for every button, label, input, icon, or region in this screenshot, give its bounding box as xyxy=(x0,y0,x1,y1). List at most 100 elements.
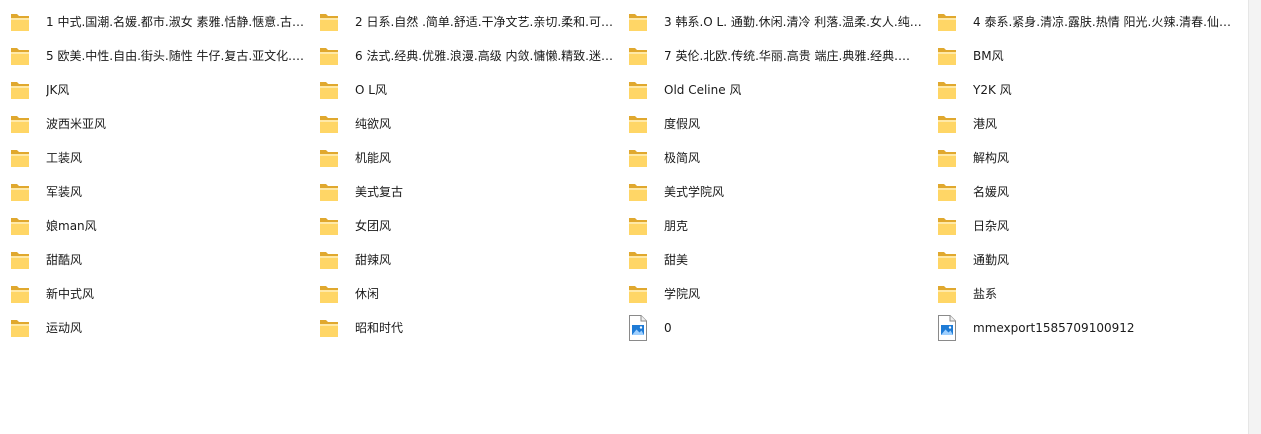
folder-item[interactable]: 甜酷风 xyxy=(0,243,309,277)
folder-icon xyxy=(319,44,339,68)
folder-item[interactable]: BM风 xyxy=(927,39,1236,73)
item-name: 纯欲风 xyxy=(355,117,392,131)
item-name: 昭和时代 xyxy=(355,321,404,335)
folder-item[interactable]: 解构风 xyxy=(927,141,1236,175)
folder-item[interactable]: 通勤风 xyxy=(927,243,1236,277)
image-file-item[interactable]: mmexport1585709100912 xyxy=(927,311,1236,345)
item-name: 盐系 xyxy=(973,287,998,301)
folder-item[interactable]: 美式复古 xyxy=(309,175,618,209)
folder-icon xyxy=(937,112,957,136)
scrollbar-track[interactable] xyxy=(1248,0,1261,434)
folder-icon xyxy=(319,316,339,340)
item-name: 度假风 xyxy=(664,117,701,131)
folder-icon xyxy=(628,10,648,34)
folder-item[interactable]: 新中式风 xyxy=(0,277,309,311)
folder-item[interactable]: 度假风 xyxy=(618,107,927,141)
item-name: 0 xyxy=(664,321,672,335)
folder-item[interactable]: 机能风 xyxy=(309,141,618,175)
folder-item[interactable]: 名媛风 xyxy=(927,175,1236,209)
folder-item[interactable]: 运动风 xyxy=(0,311,309,345)
item-name: 5 欧美.中性.自由.街头.随性 牛仔.复古.亚文化.… xyxy=(46,49,304,63)
folder-icon xyxy=(10,44,30,68)
file-grid: 1 中式.国潮.名媛.都市.淑女 素雅.恬静.惬意.古… 2 日系.自然 .简单.… xyxy=(0,5,1248,345)
folder-item[interactable]: 休闲 xyxy=(309,277,618,311)
folder-item[interactable]: 工装风 xyxy=(0,141,309,175)
folder-item[interactable]: 7 英伦.北欧.传统.华丽.高贵 端庄.典雅.经典.… xyxy=(618,39,927,73)
folder-item[interactable]: 日杂风 xyxy=(927,209,1236,243)
folder-icon xyxy=(319,282,339,306)
item-name: Y2K 风 xyxy=(973,83,1012,97)
folder-icon xyxy=(628,214,648,238)
item-name: BM风 xyxy=(973,49,1004,63)
folder-item[interactable]: Y2K 风 xyxy=(927,73,1236,107)
folder-item[interactable]: Old Celine 风 xyxy=(618,73,927,107)
item-name: 学院风 xyxy=(664,287,701,301)
folder-item[interactable]: 纯欲风 xyxy=(309,107,618,141)
item-name: 3 韩系.O L. 通勤.休闲.清冷 利落.温柔.女人.纯… xyxy=(664,15,922,29)
image-file-icon xyxy=(628,315,648,341)
folder-icon xyxy=(628,146,648,170)
folder-icon xyxy=(10,282,30,306)
item-name: 1 中式.国潮.名媛.都市.淑女 素雅.恬静.惬意.古… xyxy=(46,15,304,29)
folder-icon xyxy=(10,214,30,238)
folder-icon xyxy=(10,180,30,204)
folder-icon xyxy=(628,78,648,102)
item-name: 女团风 xyxy=(355,219,392,233)
folder-item[interactable]: 极简风 xyxy=(618,141,927,175)
folder-icon xyxy=(937,248,957,272)
folder-item[interactable]: 盐系 xyxy=(927,277,1236,311)
folder-item[interactable]: 6 法式.经典.优雅.浪漫.高级 内敛.慵懒.精致.迷… xyxy=(309,39,618,73)
folder-item[interactable]: 5 欧美.中性.自由.街头.随性 牛仔.复古.亚文化.… xyxy=(0,39,309,73)
folder-item[interactable]: 美式学院风 xyxy=(618,175,927,209)
folder-item[interactable]: 昭和时代 xyxy=(309,311,618,345)
folder-item[interactable]: O L风 xyxy=(309,73,618,107)
folder-item[interactable]: 甜美 xyxy=(618,243,927,277)
item-name: 运动风 xyxy=(46,321,83,335)
folder-item[interactable]: 2 日系.自然 .简单.舒适.干净文艺.亲切.柔和.可… xyxy=(309,5,618,39)
item-name: 甜辣风 xyxy=(355,253,392,267)
folder-icon xyxy=(937,214,957,238)
item-name: 美式学院风 xyxy=(664,185,725,199)
folder-icon xyxy=(319,78,339,102)
folder-icon xyxy=(319,10,339,34)
folder-icon xyxy=(628,248,648,272)
item-name: 日杂风 xyxy=(973,219,1010,233)
item-name: 6 法式.经典.优雅.浪漫.高级 内敛.慵懒.精致.迷… xyxy=(355,49,613,63)
folder-item[interactable]: 1 中式.国潮.名媛.都市.淑女 素雅.恬静.惬意.古… xyxy=(0,5,309,39)
folder-item[interactable]: 甜辣风 xyxy=(309,243,618,277)
item-name: 新中式风 xyxy=(46,287,95,301)
folder-icon xyxy=(10,10,30,34)
folder-item[interactable]: 3 韩系.O L. 通勤.休闲.清冷 利落.温柔.女人.纯… xyxy=(618,5,927,39)
item-name: 工装风 xyxy=(46,151,83,165)
item-name: O L风 xyxy=(355,83,387,97)
folder-icon xyxy=(628,112,648,136)
item-name: 甜美 xyxy=(664,253,689,267)
folder-item[interactable]: 4 泰系.紧身.清凉.露肤.热情 阳光.火辣.清春.仙… xyxy=(927,5,1236,39)
folder-icon xyxy=(937,44,957,68)
folder-icon xyxy=(937,180,957,204)
folder-icon xyxy=(628,282,648,306)
folder-item[interactable]: 朋克 xyxy=(618,209,927,243)
item-name: 甜酷风 xyxy=(46,253,83,267)
item-name: 7 英伦.北欧.传统.华丽.高贵 端庄.典雅.经典.… xyxy=(664,49,910,63)
item-name: 美式复古 xyxy=(355,185,404,199)
folder-item[interactable]: JK风 xyxy=(0,73,309,107)
folder-item[interactable]: 娘man风 xyxy=(0,209,309,243)
folder-item[interactable]: 军装风 xyxy=(0,175,309,209)
folder-item[interactable]: 波西米亚风 xyxy=(0,107,309,141)
folder-item[interactable]: 港风 xyxy=(927,107,1236,141)
item-name: 名媛风 xyxy=(973,185,1010,199)
folder-icon xyxy=(10,146,30,170)
item-name: JK风 xyxy=(46,83,70,97)
item-name: Old Celine 风 xyxy=(664,83,742,97)
folder-icon xyxy=(937,78,957,102)
folder-icon xyxy=(937,146,957,170)
folder-icon xyxy=(628,44,648,68)
folder-item[interactable]: 女团风 xyxy=(309,209,618,243)
image-file-item[interactable]: 0 xyxy=(618,311,927,345)
item-name: 极简风 xyxy=(664,151,701,165)
image-file-icon xyxy=(937,315,957,341)
folder-item[interactable]: 学院风 xyxy=(618,277,927,311)
folder-icon xyxy=(937,282,957,306)
folder-icon xyxy=(10,316,30,340)
